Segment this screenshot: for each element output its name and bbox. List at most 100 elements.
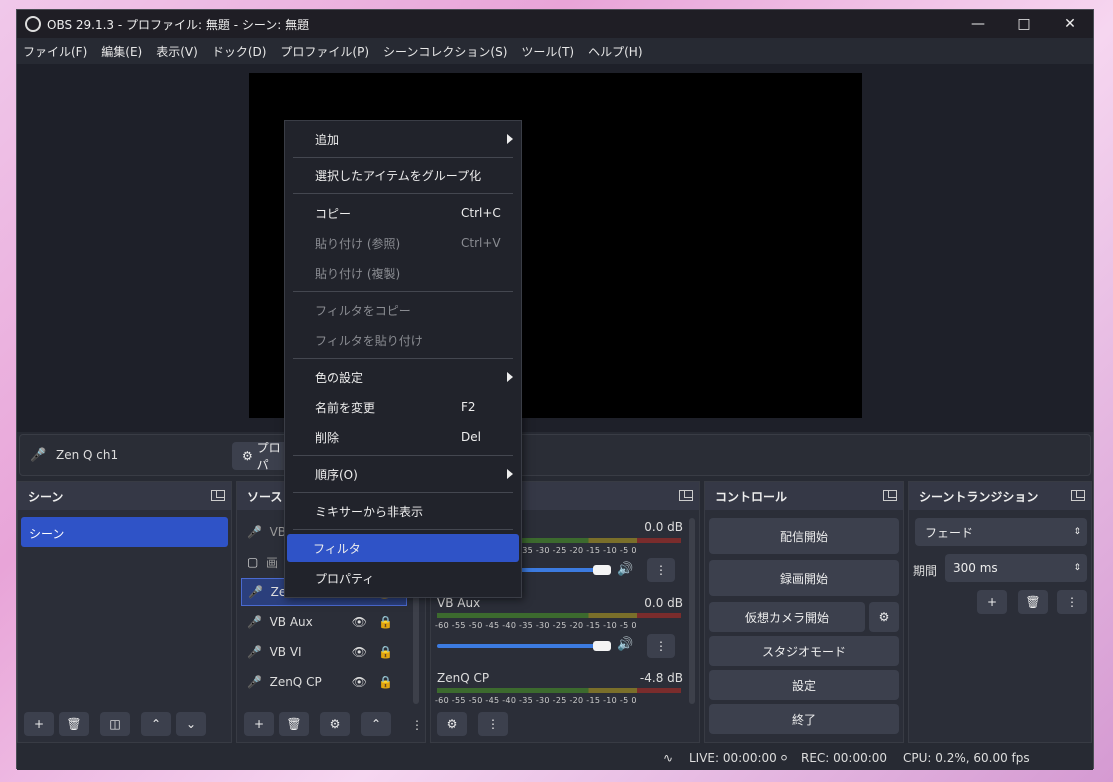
volume-slider[interactable]	[437, 644, 607, 648]
eye-icon[interactable]: 👁	[352, 615, 367, 629]
transitions-title: シーントランジション	[919, 488, 1038, 505]
menu-scene-collection[interactable]: シーンコレクション(S)	[383, 43, 507, 60]
studio-mode-button[interactable]: スタジオモード	[709, 636, 899, 666]
menu-separator	[293, 157, 513, 158]
menu-label: 追加	[315, 131, 339, 148]
menu-label: 貼り付け (参照)	[315, 235, 400, 252]
mixer-settings-button[interactable]: ⚙	[437, 712, 467, 736]
microphone-icon: 🎤	[248, 585, 263, 599]
speaker-icon[interactable]: 🔊	[617, 562, 633, 577]
menu-dock[interactable]: ドック(D)	[212, 43, 267, 60]
menu-item-filters[interactable]: フィルタ	[287, 534, 519, 562]
menu-tools[interactable]: ツール(T)	[521, 43, 574, 60]
menu-separator	[293, 529, 513, 530]
start-streaming-button[interactable]: 配信開始	[709, 518, 899, 554]
more-icon[interactable]: ⋮	[411, 718, 423, 732]
source-label: 画	[266, 554, 278, 571]
title-bar: OBS 29.1.3 - プロファイル: 無題 - シーン: 無題 — □ ✕	[17, 10, 1093, 38]
undock-icon[interactable]	[1071, 490, 1085, 501]
menu-edit[interactable]: 編集(E)	[101, 43, 142, 60]
duration-spinbox[interactable]: 300 ms⇕	[945, 554, 1087, 582]
menu-item-hide-in-mixer[interactable]: ミキサーから非表示	[285, 497, 521, 525]
settings-button[interactable]: 設定	[709, 670, 899, 700]
exit-button[interactable]: 終了	[709, 704, 899, 734]
menu-item-group-selected[interactable]: 選択したアイテムをグループ化	[285, 161, 521, 189]
menu-item-delete[interactable]: 削除Del	[285, 423, 521, 451]
menu-separator	[293, 492, 513, 493]
channel-menu-button[interactable]: ⋮	[647, 634, 675, 658]
menu-item-properties[interactable]: プロパティ	[285, 564, 521, 592]
volume-slider-handle[interactable]	[593, 641, 611, 651]
volume-slider-handle[interactable]	[593, 565, 611, 575]
scene-item[interactable]: シーン	[21, 517, 228, 547]
menu-item-copy[interactable]: コピーCtrl+C	[285, 199, 521, 227]
controls-title: コントロール	[715, 488, 787, 505]
scenes-dock: シーン シーン + 🗑 ◫ ⌃ ⌄	[17, 481, 232, 743]
remove-source-button[interactable]: 🗑	[279, 712, 309, 736]
window-title: OBS 29.1.3 - プロファイル: 無題 - シーン: 無題	[47, 16, 309, 33]
menu-item-add[interactable]: 追加	[285, 125, 521, 153]
scene-filters-button[interactable]: ◫	[100, 712, 130, 736]
menu-file[interactable]: ファイル(F)	[23, 43, 87, 60]
menu-bar: ファイル(F) 編集(E) 表示(V) ドック(D) プロファイル(P) シーン…	[17, 38, 1093, 64]
source-properties-button[interactable]: ⚙	[320, 712, 350, 736]
channel-db: -4.8 dB	[640, 671, 683, 685]
start-virtual-camera-button[interactable]: 仮想カメラ開始	[709, 602, 865, 632]
menu-label: フィルタ	[313, 540, 361, 557]
gear-icon: ⚙	[330, 717, 341, 731]
trash-icon: 🗑	[66, 717, 81, 731]
source-label: VB VI	[270, 645, 302, 659]
eye-icon[interactable]: 👁	[352, 675, 367, 689]
menu-view[interactable]: 表示(V)	[156, 43, 198, 60]
add-source-button[interactable]: +	[244, 712, 274, 736]
undock-icon[interactable]	[883, 490, 897, 501]
mixer-menu-button[interactable]: ⋮	[478, 712, 508, 736]
scenes-header: シーン	[18, 482, 231, 510]
lock-icon[interactable]: 🔒	[378, 675, 393, 689]
rec-time: REC: 00:00:00	[801, 751, 887, 765]
menu-item-rename[interactable]: 名前を変更F2	[285, 393, 521, 421]
source-item[interactable]: 🎤 ZenQ CP👁🔒	[241, 668, 407, 696]
submenu-arrow-icon	[507, 372, 513, 382]
lock-icon[interactable]: 🔒	[378, 615, 393, 629]
source-item[interactable]: 🎤 VB Aux👁🔒	[241, 608, 407, 636]
start-recording-button[interactable]: 録画開始	[709, 560, 899, 596]
menu-profile[interactable]: プロファイル(P)	[280, 43, 369, 60]
undock-icon[interactable]	[211, 490, 225, 501]
minimize-icon[interactable]: —	[955, 10, 1001, 38]
eye-icon[interactable]: 👁	[352, 645, 367, 659]
source-item[interactable]: 🎤 VB VI 👁 🔒	[241, 638, 407, 666]
add-transition-button[interactable]: +	[977, 590, 1007, 614]
mixer-scrollbar[interactable]	[689, 518, 695, 704]
undock-icon[interactable]	[679, 490, 693, 501]
close-icon[interactable]: ✕	[1047, 10, 1093, 38]
move-source-up-button[interactable]: ⌃	[361, 712, 391, 736]
menu-help[interactable]: ヘルプ(H)	[588, 43, 642, 60]
menu-item-set-color[interactable]: 色の設定	[285, 363, 521, 391]
sources-title: ソース	[247, 488, 282, 505]
remove-transition-button[interactable]: 🗑	[1018, 590, 1048, 614]
maximize-icon[interactable]: □	[1001, 10, 1047, 38]
move-scene-down-button[interactable]: ⌄	[176, 712, 206, 736]
menu-label: 選択したアイテムをグループ化	[315, 167, 481, 184]
microphone-icon: 🎤	[247, 645, 262, 659]
menu-item-order[interactable]: 順序(O)	[285, 460, 521, 488]
properties-button[interactable]: ⚙ プロパ	[232, 442, 292, 470]
rec-icon: ⚪	[779, 751, 789, 765]
speaker-icon[interactable]: 🔊	[617, 637, 633, 652]
virtual-camera-settings-button[interactable]: ⚙	[869, 602, 899, 632]
remove-scene-button[interactable]: 🗑	[59, 712, 89, 736]
menu-label: ミキサーから非表示	[315, 503, 423, 520]
source-toolbar: 🎤 Zen Q ch1 ⚙ プロパ	[19, 434, 1091, 476]
meter-scale: -60 -55 -50 -45 -40 -35 -30 -25 -20 -15 …	[435, 621, 637, 630]
move-scene-up-button[interactable]: ⌃	[141, 712, 171, 736]
live-icon: ∿	[663, 751, 673, 765]
source-label: ZenQ CP	[270, 675, 322, 689]
channel-menu-button[interactable]: ⋮	[647, 558, 675, 582]
submenu-arrow-icon	[507, 469, 513, 479]
trash-icon: 🗑	[1025, 595, 1040, 609]
lock-icon[interactable]: 🔒	[378, 645, 393, 659]
transition-select[interactable]: フェード⇕	[915, 518, 1087, 546]
transition-menu-button[interactable]: ⋮	[1057, 590, 1087, 614]
add-scene-button[interactable]: +	[24, 712, 54, 736]
